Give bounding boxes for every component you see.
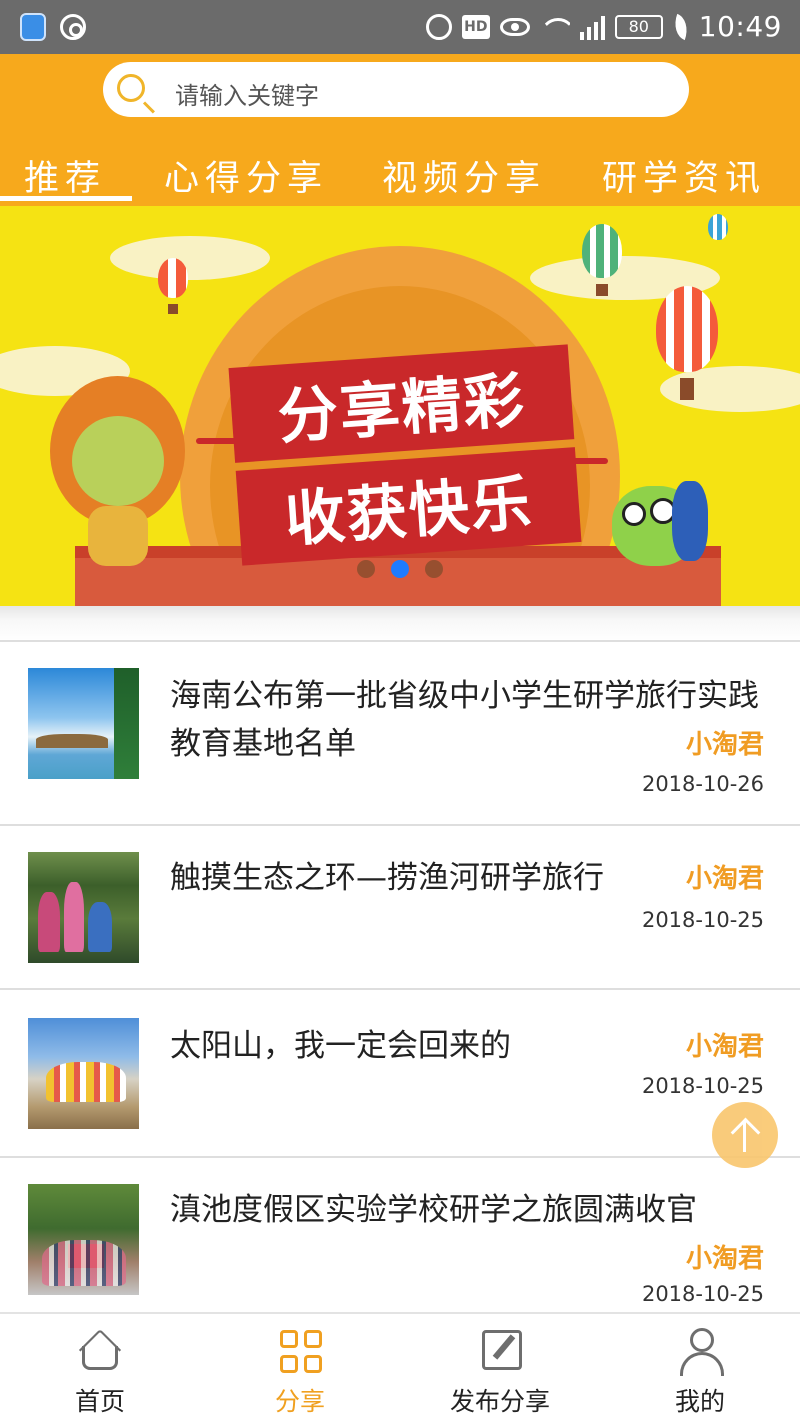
tab-video-share[interactable]: 视频分享 bbox=[382, 150, 546, 201]
tab-recommend[interactable]: 推荐 bbox=[24, 150, 106, 201]
palm-tree bbox=[114, 668, 139, 779]
leaf-icon bbox=[669, 13, 693, 40]
nav-share[interactable]: 分享 bbox=[200, 1314, 400, 1422]
article-author: 小淘君 bbox=[685, 1032, 764, 1062]
search-icon bbox=[117, 74, 145, 102]
cloud bbox=[110, 236, 270, 280]
back-to-top-button[interactable] bbox=[712, 1102, 778, 1168]
nav-mine[interactable]: 我的 bbox=[600, 1314, 800, 1422]
article-thumbnail bbox=[28, 852, 139, 963]
nav-share-label: 分享 bbox=[274, 1387, 325, 1416]
scorpion-mascot bbox=[672, 481, 708, 561]
category-tabs: 推荐 心得分享 视频分享 研学资讯 bbox=[0, 150, 800, 202]
hut-roof bbox=[36, 734, 108, 748]
nav-publish-label: 发布分享 bbox=[449, 1387, 550, 1416]
list-item[interactable]: 触摸生态之环—捞渔河研学旅行 小淘君 2018-10-25 bbox=[0, 826, 800, 988]
carousel-dots bbox=[357, 560, 443, 578]
banner-carousel[interactable]: 分享精彩 收获快乐 bbox=[0, 206, 800, 606]
person bbox=[64, 882, 84, 952]
article-author: 小淘君 bbox=[685, 730, 764, 760]
tab-experience-share[interactable]: 心得分享 bbox=[164, 150, 328, 201]
shield-app-icon bbox=[20, 13, 46, 41]
eye-icon bbox=[499, 17, 530, 36]
balloon-basket bbox=[596, 284, 608, 296]
article-thumbnail bbox=[28, 1184, 139, 1295]
hd-icon: HD bbox=[461, 14, 490, 39]
article-date: 2018-10-26 bbox=[641, 772, 764, 796]
battery-icon: 80 bbox=[614, 14, 663, 39]
signal-icon bbox=[579, 14, 605, 40]
balloon-icon bbox=[582, 224, 622, 278]
group-photo bbox=[46, 1062, 126, 1102]
alarm-icon bbox=[425, 13, 452, 40]
nav-home[interactable]: 首页 bbox=[0, 1314, 200, 1422]
tab-study-news[interactable]: 研学资讯 bbox=[602, 150, 766, 201]
lion-body bbox=[88, 506, 148, 566]
balloon-icon bbox=[158, 258, 188, 298]
header: 请输入关键字 推荐 心得分享 视频分享 研学资讯 bbox=[0, 54, 800, 206]
edit-icon bbox=[482, 1330, 522, 1370]
carousel-dot[interactable] bbox=[357, 560, 375, 578]
active-tab-indicator bbox=[0, 196, 132, 201]
grid-icon bbox=[280, 1330, 324, 1374]
person bbox=[88, 902, 112, 952]
balloon-basket bbox=[680, 378, 694, 400]
nav-mine-label: 我的 bbox=[674, 1387, 725, 1416]
status-bar: HD 80 10:49 bbox=[0, 0, 800, 54]
article-date: 2018-10-25 bbox=[641, 1282, 764, 1306]
article-thumbnail bbox=[28, 668, 139, 779]
list-item[interactable]: 太阳山，我一定会回来的 小淘君 2018-10-25 bbox=[0, 990, 800, 1154]
article-date: 2018-10-25 bbox=[641, 1074, 764, 1098]
balloon-icon bbox=[656, 286, 718, 372]
nav-publish[interactable]: 发布分享 bbox=[400, 1314, 600, 1422]
nav-home-label: 首页 bbox=[74, 1387, 125, 1416]
wifi-icon bbox=[540, 16, 570, 38]
article-date: 2018-10-25 bbox=[641, 908, 764, 932]
bottom-navigation: 首页 分享 发布分享 我的 bbox=[0, 1312, 800, 1422]
user-icon bbox=[680, 1328, 724, 1376]
banner-slogan: 分享精彩 收获快乐 bbox=[228, 344, 582, 566]
article-thumbnail bbox=[28, 1018, 139, 1129]
list-item[interactable]: 海南公布第一批省级中小学生研学旅行实践教育基地名单 小淘君 2018-10-26 bbox=[0, 642, 800, 824]
article-author: 小淘君 bbox=[685, 864, 764, 894]
group-photo bbox=[42, 1240, 126, 1286]
home-icon-base bbox=[82, 1346, 118, 1370]
sync-app-icon bbox=[60, 14, 86, 40]
search-placeholder: 请输入关键字 bbox=[175, 82, 319, 110]
search-input[interactable]: 请输入关键字 bbox=[103, 62, 689, 117]
frog-eye bbox=[622, 502, 646, 526]
carousel-dot[interactable] bbox=[425, 560, 443, 578]
clock: 10:49 bbox=[698, 10, 782, 43]
lion-face bbox=[72, 416, 164, 506]
person bbox=[38, 892, 60, 952]
article-author: 小淘君 bbox=[685, 1244, 764, 1274]
section-shadow bbox=[0, 606, 800, 640]
balloon-basket bbox=[168, 304, 178, 314]
article-title: 滇池度假区实验学校研学之旅圆满收官 bbox=[170, 1192, 697, 1228]
balloon-icon bbox=[708, 214, 728, 240]
carousel-dot-active[interactable] bbox=[391, 560, 409, 578]
list-item[interactable]: 滇池度假区实验学校研学之旅圆满收官 小淘君 2018-10-25 bbox=[0, 1158, 800, 1310]
